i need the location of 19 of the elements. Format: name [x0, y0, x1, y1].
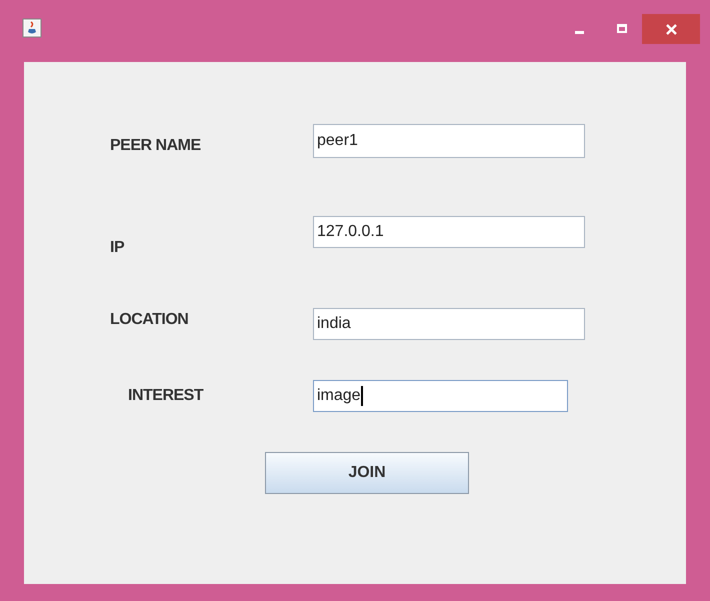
maximize-icon	[617, 24, 627, 32]
text-cursor	[360, 386, 363, 406]
field-label: LOCATION	[110, 311, 188, 328]
text-field[interactable]: 127.0.0.1	[313, 216, 585, 248]
minimize-icon	[574, 31, 584, 34]
text-field[interactable]: india	[313, 308, 585, 340]
field-value: peer1	[317, 131, 358, 151]
field-label: PEER NAME	[110, 137, 201, 154]
join-button[interactable]: JOIN	[265, 452, 469, 494]
close-button[interactable]	[642, 14, 700, 44]
field-label: IP	[110, 239, 124, 256]
field-value: india	[317, 314, 351, 334]
app-icon	[22, 18, 42, 38]
field-value: image	[317, 386, 361, 406]
text-field[interactable]: peer1	[313, 124, 585, 158]
close-icon	[666, 24, 676, 34]
field-label: INTEREST	[128, 387, 204, 404]
text-field[interactable]: image	[313, 380, 568, 412]
field-value: 127.0.0.1	[317, 222, 384, 242]
